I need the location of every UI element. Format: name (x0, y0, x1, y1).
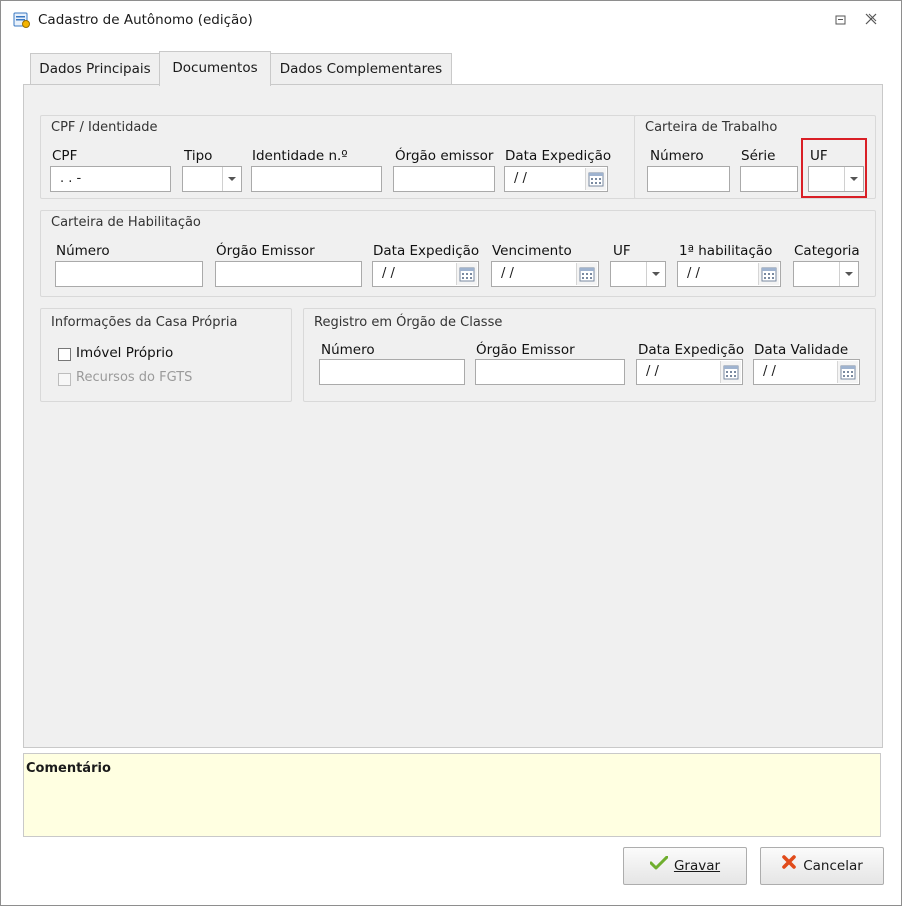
oc-validade-field[interactable]: / / (753, 359, 860, 385)
group-title-cpf: CPF / Identidade (51, 120, 158, 135)
cpf-label: CPF (52, 148, 78, 164)
oc-data-field[interactable]: / / (636, 359, 743, 385)
calendar-icon[interactable] (720, 361, 741, 383)
group-title-casa-propria: Informações da Casa Própria (51, 315, 238, 330)
group-title-carteira-trabalho: Carteira de Trabalho (645, 120, 778, 135)
ch-uf-label: UF (613, 243, 631, 259)
close-icon[interactable] (863, 12, 879, 28)
chevron-down-icon[interactable] (222, 167, 241, 191)
calendar-icon[interactable] (837, 361, 858, 383)
imovel-proprio-label[interactable]: Imóvel Próprio (76, 345, 173, 361)
oc-validade-label: Data Validade (754, 342, 849, 358)
recursos-fgts-label: Recursos do FGTS (76, 370, 193, 385)
oc-data-label: Data Expedição (638, 342, 745, 358)
ch-primeira-label: 1ª habilitação (679, 243, 773, 259)
oc-numero-field[interactable] (319, 359, 465, 385)
tab-documentos[interactable]: Documentos (159, 51, 271, 86)
ch-categoria-label: Categoria (794, 243, 860, 259)
oc-orgao-label: Órgão Emissor (476, 342, 575, 358)
tab-panel-documentos: CPF / Identidade CPF . . - Tipo Identida… (23, 84, 883, 748)
oc-numero-label: Número (321, 342, 375, 358)
orgao-emissor-label: Órgão emissor (395, 148, 494, 164)
dialog-window: Cadastro de Autônomo (edição) Dados Prin… (0, 0, 902, 906)
ch-primeira-field[interactable]: / / (677, 261, 781, 287)
data-expedicao-field[interactable]: / / (504, 166, 608, 192)
chevron-down-icon[interactable] (839, 262, 858, 286)
cancel-button[interactable]: Cancelar (760, 847, 884, 885)
ct-numero-field[interactable] (647, 166, 730, 192)
group-cpf-identidade: CPF / Identidade CPF . . - Tipo Identida… (40, 115, 636, 199)
app-icon (13, 11, 31, 29)
oc-validade-value: / / (763, 364, 776, 379)
group-casa-propria: Informações da Casa Própria Imóvel Própr… (40, 308, 292, 402)
tipo-select[interactable] (182, 166, 242, 192)
ct-serie-label: Série (741, 148, 776, 164)
ct-serie-field[interactable] (740, 166, 798, 192)
calendar-icon[interactable] (456, 263, 477, 285)
orgao-emissor-field[interactable] (393, 166, 495, 192)
ch-numero-label: Número (56, 243, 110, 259)
ch-data-value: / / (382, 266, 395, 281)
calendar-icon[interactable] (576, 263, 597, 285)
cancel-button-label: Cancelar (803, 858, 863, 874)
ch-vencimento-label: Vencimento (492, 243, 572, 259)
ch-data-field[interactable]: / / (372, 261, 479, 287)
ch-numero-field[interactable] (55, 261, 203, 287)
ch-vencimento-value: / / (501, 266, 514, 281)
group-carteira-habilitacao: Carteira de Habilitação Número Órgão Emi… (40, 210, 876, 297)
restore-icon[interactable] (834, 13, 848, 27)
tab-dados-principais[interactable]: Dados Principais (30, 53, 160, 84)
calendar-icon[interactable] (585, 168, 606, 190)
oc-orgao-field[interactable] (475, 359, 625, 385)
cpf-field[interactable]: . . - (50, 166, 171, 192)
tipo-label: Tipo (184, 148, 213, 164)
tab-dados-complementares[interactable]: Dados Complementares (270, 53, 452, 84)
group-title-orgao-classe: Registro em Órgão de Classe (314, 315, 503, 330)
ch-categoria-select[interactable] (793, 261, 859, 287)
ch-vencimento-field[interactable]: / / (491, 261, 599, 287)
ch-orgao-label: Órgão Emissor (216, 243, 315, 259)
ch-primeira-value: / / (687, 266, 700, 281)
cancel-x-icon (781, 848, 797, 884)
save-button[interactable]: Gravar (623, 847, 747, 885)
chevron-down-icon[interactable] (646, 262, 665, 286)
oc-data-value: / / (646, 364, 659, 379)
data-expedicao-label: Data Expedição (505, 148, 612, 164)
checkmark-icon (649, 848, 669, 884)
group-title-carteira-habilitacao: Carteira de Habilitação (51, 215, 201, 230)
ch-orgao-field[interactable] (215, 261, 362, 287)
ch-uf-select[interactable] (610, 261, 666, 287)
identidade-label: Identidade n.º (252, 148, 348, 164)
ct-numero-label: Número (650, 148, 704, 164)
calendar-icon[interactable] (758, 263, 779, 285)
group-orgao-classe: Registro em Órgão de Classe Número Órgão… (303, 308, 876, 402)
recursos-fgts-checkbox (58, 373, 71, 386)
ch-data-label: Data Expedição (373, 243, 480, 259)
data-expedicao-value: / / (514, 171, 527, 186)
comment-label: Comentário (26, 761, 111, 776)
identidade-field[interactable] (251, 166, 382, 192)
window-title: Cadastro de Autônomo (edição) (38, 12, 253, 28)
highlight-box-uf (801, 138, 867, 198)
imovel-proprio-checkbox[interactable] (58, 348, 71, 361)
save-button-label: Gravar (673, 858, 721, 874)
title-bar: Cadastro de Autônomo (edição) (1, 5, 901, 35)
comment-area[interactable]: Comentário (23, 753, 881, 837)
